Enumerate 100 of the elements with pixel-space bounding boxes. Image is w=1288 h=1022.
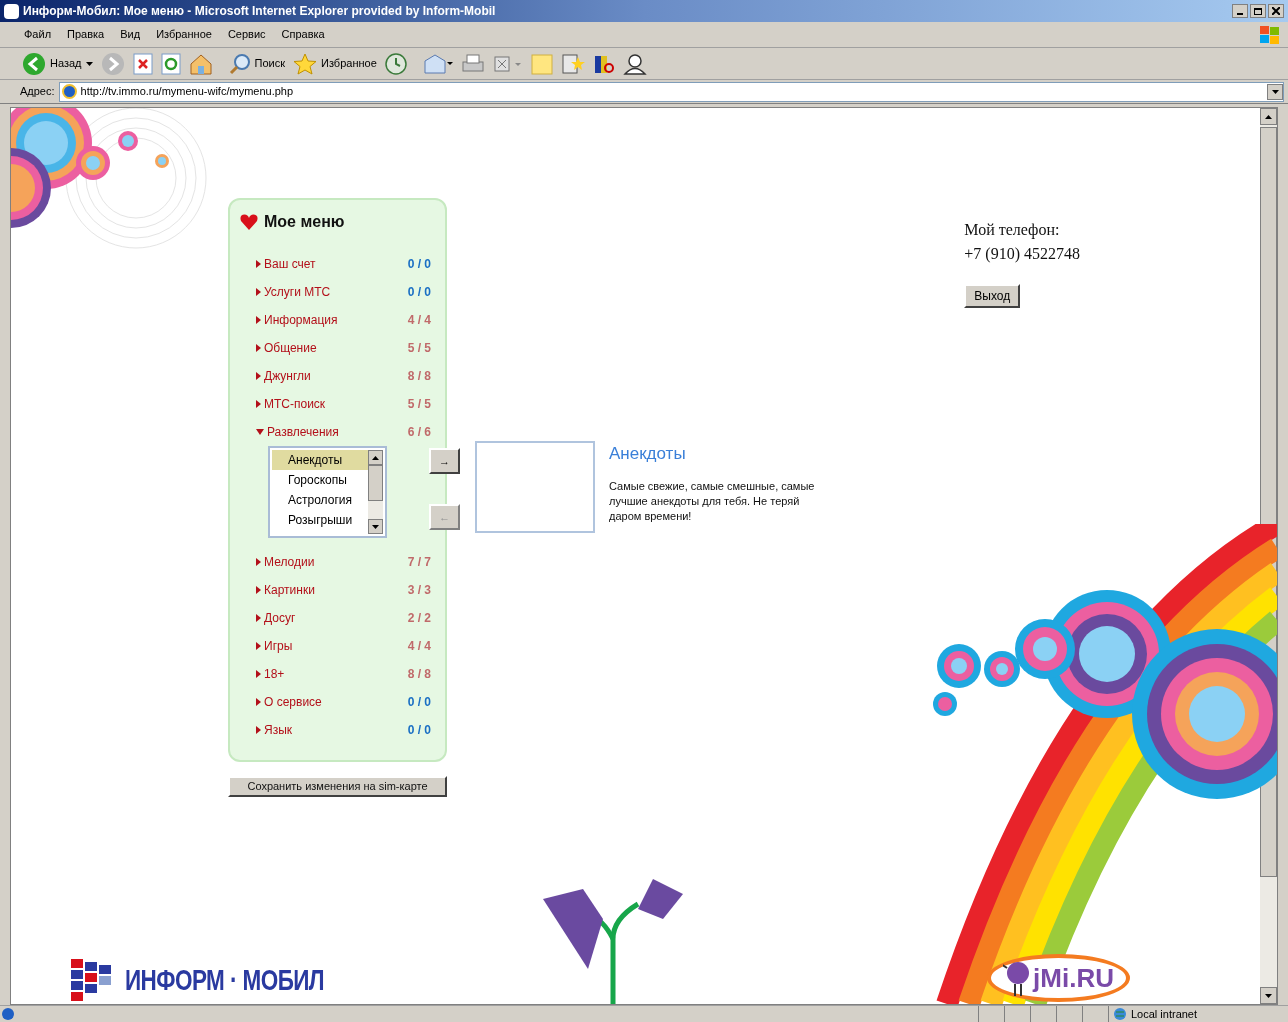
menu-link[interactable]: Язык (256, 721, 293, 739)
dropdown-button[interactable] (1267, 83, 1283, 100)
item-count: 0 / 0 (407, 256, 431, 273)
triangle-right-icon (256, 344, 261, 352)
menu-link[interactable]: Общение (256, 339, 317, 357)
home-icon (188, 52, 213, 75)
item-count: 4 / 4 (407, 638, 431, 655)
search-button[interactable]: Поиск (228, 52, 285, 75)
menu-link[interactable]: Мелодии (256, 553, 315, 571)
windows-logo-icon (1260, 24, 1280, 45)
item-count: 8 / 8 (407, 666, 431, 683)
listbox-scrollbar[interactable] (368, 450, 383, 534)
search-icon (228, 52, 251, 75)
item-count: 5 / 5 (407, 396, 431, 413)
preview-title: Анекдоты (609, 443, 687, 465)
triangle-right-icon (256, 726, 261, 734)
triangle-right-icon (256, 400, 261, 408)
item-count: 6 / 6 (407, 424, 431, 441)
menu-link[interactable]: Услуги МТС (256, 283, 331, 301)
logo-text: ИНФОРМ · МОБИЛ (125, 962, 325, 998)
partner-logo: jMi.RU (987, 954, 1130, 1002)
item-count: 0 / 0 (407, 284, 431, 301)
item-count: 2 / 2 (407, 610, 431, 627)
menu-link[interactable]: Ваш счет (256, 255, 316, 273)
menu-item[interactable]: Справка (275, 26, 331, 43)
printer-icon (460, 52, 485, 75)
menu-link[interactable]: Информация (256, 311, 338, 329)
close-button[interactable] (1268, 4, 1284, 18)
menu-link[interactable]: Развлечения (256, 423, 339, 441)
menu-item[interactable]: Правка (61, 26, 111, 43)
heart-icon (240, 214, 258, 230)
triangle-right-icon (256, 316, 261, 324)
star-icon (293, 52, 317, 75)
refresh-button[interactable] (160, 52, 181, 75)
zone-label: Local intranet (1131, 1006, 1198, 1022)
triangle-right-icon (256, 586, 261, 594)
back-button[interactable]: Назад (22, 51, 93, 76)
down-arrow-icon (372, 524, 379, 529)
menu-item[interactable]: Сервис (221, 26, 272, 43)
restore-button[interactable] (1250, 4, 1266, 18)
address-field[interactable]: http://tv.immo.ru/mymenu-wifc/mymenu.php (58, 81, 1284, 102)
triangle-right-icon (256, 372, 261, 380)
caret-icon (1271, 89, 1279, 94)
triangle-right-icon (256, 260, 261, 268)
print-button[interactable] (460, 52, 485, 75)
favorites-button[interactable]: Избранное (293, 52, 377, 75)
phone-number: +7 (910) 4522748 (964, 244, 1080, 265)
preview-description: Самые свежие, самые смешные, самые лучшие анекдоты для тебя. Не теряй даром времени! (609, 478, 816, 524)
globe-icon (1113, 1007, 1127, 1021)
down-arrow-icon (1265, 993, 1272, 998)
menu-link[interactable]: 18+ (256, 665, 285, 683)
caret-icon (85, 61, 93, 66)
stop-icon (132, 52, 153, 75)
item-count: 3 / 3 (407, 582, 431, 599)
close-icon (1272, 7, 1280, 15)
user-button[interactable] (622, 52, 647, 75)
arrow-button[interactable]: → (429, 448, 460, 474)
triangle-right-icon (256, 288, 261, 296)
list-option[interactable]: Анекдоты (272, 450, 368, 470)
stop-button[interactable] (132, 52, 153, 75)
menu-link[interactable]: Игры (256, 637, 293, 655)
item-count: 0 / 0 (407, 722, 431, 739)
triangle-down-icon (256, 429, 264, 435)
submenu-listbox[interactable]: Анекдоты Гороскопы Астрология Розыгрыши (268, 446, 387, 538)
list-option[interactable]: Розыгрыши (272, 510, 368, 530)
menu-link[interactable]: О сервисе (256, 693, 322, 711)
menu-item[interactable]: Файл (18, 26, 58, 43)
menu-title: Мое меню (264, 212, 345, 232)
item-count: 7 / 7 (407, 554, 431, 571)
up-arrow-icon (1265, 114, 1272, 119)
list-option[interactable]: Астрология (272, 490, 368, 510)
triangle-right-icon (256, 642, 261, 650)
triangle-right-icon (256, 698, 261, 706)
item-count: 5 / 5 (407, 340, 431, 357)
minimize-button[interactable] (1232, 4, 1248, 18)
note-icon (530, 52, 553, 75)
up-arrow-icon (372, 455, 379, 460)
logout-button[interactable]: Выход (964, 284, 1021, 308)
save-button[interactable]: Сохранить изменения на sim-карте (228, 776, 447, 797)
page-star-icon (560, 52, 585, 75)
messenger-button[interactable] (560, 52, 585, 75)
item-count: 0 / 0 (407, 694, 431, 711)
menu-link[interactable]: МТС-поиск (256, 395, 326, 413)
address-label: Адрес: (20, 84, 55, 100)
list-option[interactable]: Гороскопы (272, 470, 368, 490)
item-count: 8 / 8 (407, 368, 431, 385)
history-button[interactable] (384, 52, 407, 75)
menu-item[interactable]: Избранное (150, 26, 218, 43)
refresh-icon (160, 52, 181, 75)
browser-icon (4, 3, 19, 19)
phone-label: Мой телефон: (964, 220, 1061, 241)
menu-link[interactable]: Картинки (256, 581, 315, 599)
item-count: 4 / 4 (407, 312, 431, 329)
triangle-right-icon (256, 558, 261, 566)
triangle-right-icon (256, 614, 261, 622)
menu-link[interactable]: Досуг (256, 609, 296, 627)
window-title: Информ-Мобил: Мое меню - Microsoft Internet Explorer provided by Inform-Mobil (23, 3, 496, 20)
clock-icon (384, 52, 407, 75)
menu-link[interactable]: Джунгли (256, 367, 311, 385)
menu-item[interactable]: Вид (114, 26, 147, 43)
